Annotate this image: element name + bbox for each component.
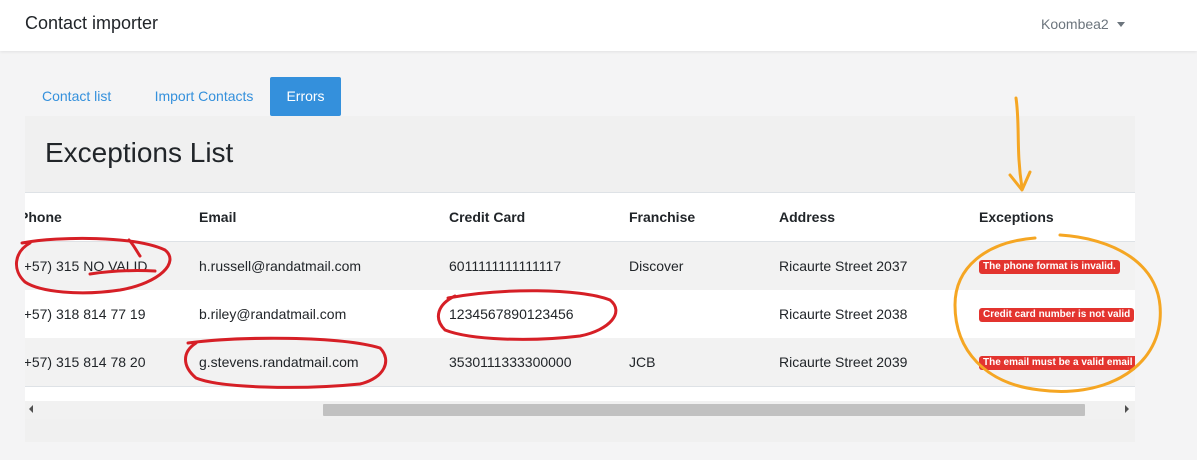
cell-email: g.stevens.randatmail.com (199, 354, 359, 370)
cell-franchise: Discover (629, 258, 684, 274)
scroll-left-arrow-icon[interactable] (29, 405, 33, 413)
exceptions-table: Phone Email Credit Card Franchise Addres… (25, 192, 1135, 403)
cell-address: Ricaurte Street 2037 (779, 258, 908, 274)
table-row: (+57) 318 814 77 19 b.riley@randatmail.c… (25, 290, 1135, 339)
table-row: (+57) 315 814 78 20 g.stevens.randatmail… (25, 338, 1135, 387)
exception-badge: The phone format is invalid. (979, 260, 1120, 275)
cell-credit-card: 1234567890123456 (449, 306, 574, 322)
cell-exception: Credit card number is not valid (979, 290, 1135, 338)
header-phone: Phone (25, 209, 62, 225)
cell-credit-card: 6011111111111117 (449, 258, 562, 274)
cell-email: h.russell@randatmail.com (199, 258, 362, 274)
cell-phone: (+57) 318 814 77 19 (25, 306, 146, 322)
cell-email: b.riley@randatmail.com (199, 306, 347, 322)
cell-address: Ricaurte Street 2039 (779, 354, 908, 370)
tab-contact-list[interactable]: Contact list (25, 77, 150, 116)
cell-exception: The email must be a valid email address. (979, 338, 1135, 386)
tab-errors[interactable]: Errors (270, 77, 341, 116)
header-email: Email (199, 209, 237, 225)
cell-address: Ricaurte Street 2038 (779, 306, 908, 322)
header-credit-card: Credit Card (449, 209, 526, 225)
exception-badge: The email must be a valid email address. (979, 356, 1135, 371)
header-exceptions: Exceptions (979, 209, 1054, 225)
table-row: (+57) 315 NO VALID h.russell@randatmail.… (25, 242, 1135, 291)
page-title: Exceptions List (45, 137, 234, 168)
app-brand[interactable]: Contact importer (25, 13, 158, 34)
navbar: Contact importer Koombea2 (0, 0, 1197, 51)
header-address: Address (779, 209, 836, 225)
tab-import-contacts[interactable]: Import Contacts (149, 77, 259, 116)
exception-badge: Credit card number is not valid (979, 308, 1135, 323)
caret-down-icon (1116, 22, 1125, 27)
exceptions-card: Exceptions List Phone Email Credit Card … (25, 116, 1135, 442)
header-franchise: Franchise (629, 209, 696, 225)
table-header: Phone Email Credit Card Franchise Addres… (25, 193, 1135, 243)
user-name: Koombea2 (1041, 16, 1109, 32)
cell-phone: (+57) 315 NO VALID (25, 258, 148, 274)
cell-franchise: JCB (629, 354, 656, 370)
user-dropdown[interactable]: Koombea2 (1041, 16, 1125, 32)
scrollbar-thumb[interactable] (323, 404, 1085, 416)
cell-credit-card: 3530111333300000 (449, 354, 572, 370)
scroll-right-arrow-icon[interactable] (1125, 405, 1129, 413)
cell-phone: (+57) 315 814 78 20 (25, 354, 146, 370)
cell-exception: The phone format is invalid. (979, 242, 1120, 290)
horizontal-scrollbar[interactable] (25, 401, 1135, 419)
